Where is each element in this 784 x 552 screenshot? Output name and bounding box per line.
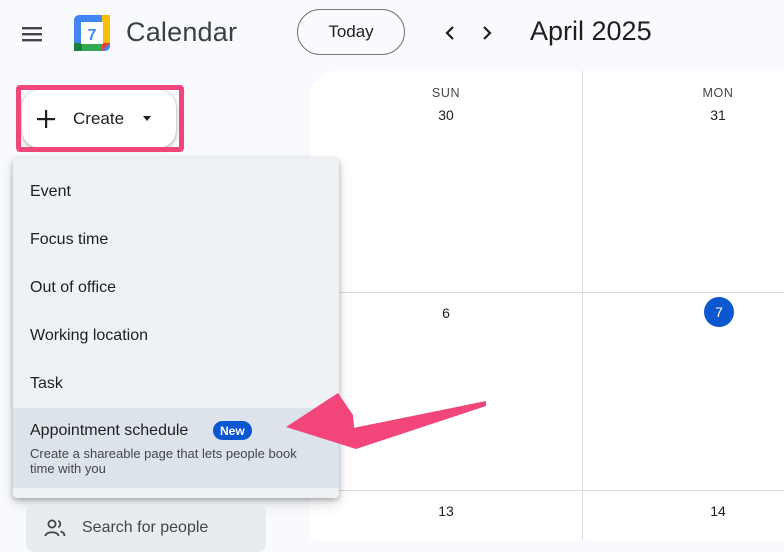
- menu-item-working-location[interactable]: Working location: [30, 327, 148, 345]
- appointment-schedule-label: Appointment schedule: [30, 422, 189, 439]
- chevron-right-icon: [483, 26, 492, 40]
- period-title: April 2025: [530, 16, 652, 46]
- appointment-schedule-description: Create a shareable page that lets people…: [30, 446, 297, 476]
- search-people-label: Search for people: [82, 519, 209, 536]
- day-cell-date[interactable]: 30: [416, 107, 476, 123]
- people-icon: [44, 519, 66, 537]
- search-people-input[interactable]: Search for people: [26, 504, 266, 552]
- week-divider: [310, 490, 784, 491]
- menu-item-task[interactable]: Task: [30, 375, 63, 393]
- create-label: Create: [73, 109, 125, 128]
- top-bar: 7 Calendar Today April 2025: [0, 0, 784, 68]
- today-button[interactable]: Today: [297, 9, 405, 55]
- app-title: Calendar: [126, 17, 238, 47]
- month-grid: SUN 30 MON 31 6 7 13 14: [310, 71, 784, 540]
- menu-item-out-of-office[interactable]: Out of office: [30, 279, 116, 297]
- day-header-sun: SUN: [431, 86, 461, 100]
- day-cell-date[interactable]: 13: [416, 503, 476, 519]
- today-date-badge[interactable]: 7: [704, 297, 734, 327]
- logo-number: 7: [88, 27, 97, 44]
- day-cell-date[interactable]: 6: [416, 305, 476, 321]
- caret-down-icon: [143, 116, 151, 121]
- next-period-button[interactable]: [475, 21, 499, 45]
- menu-item-event[interactable]: Event: [30, 183, 71, 201]
- week-divider: [310, 292, 784, 293]
- calendar-logo[interactable]: 7: [72, 13, 112, 53]
- plus-icon: [37, 110, 55, 128]
- day-cell-date[interactable]: 31: [688, 107, 748, 123]
- column-divider: [582, 71, 583, 540]
- create-dropdown-menu: Event Focus time Out of office Working l…: [13, 158, 339, 498]
- chevron-left-icon: [445, 26, 454, 40]
- new-badge: New: [213, 421, 252, 440]
- day-cell-date[interactable]: 14: [688, 503, 748, 519]
- create-button[interactable]: Create: [22, 90, 176, 148]
- previous-period-button[interactable]: [438, 21, 462, 45]
- hamburger-menu-icon: [22, 27, 42, 42]
- menu-item-focus-time[interactable]: Focus time: [30, 231, 108, 249]
- day-header-mon: MON: [702, 86, 734, 100]
- main-menu-button[interactable]: [18, 20, 46, 48]
